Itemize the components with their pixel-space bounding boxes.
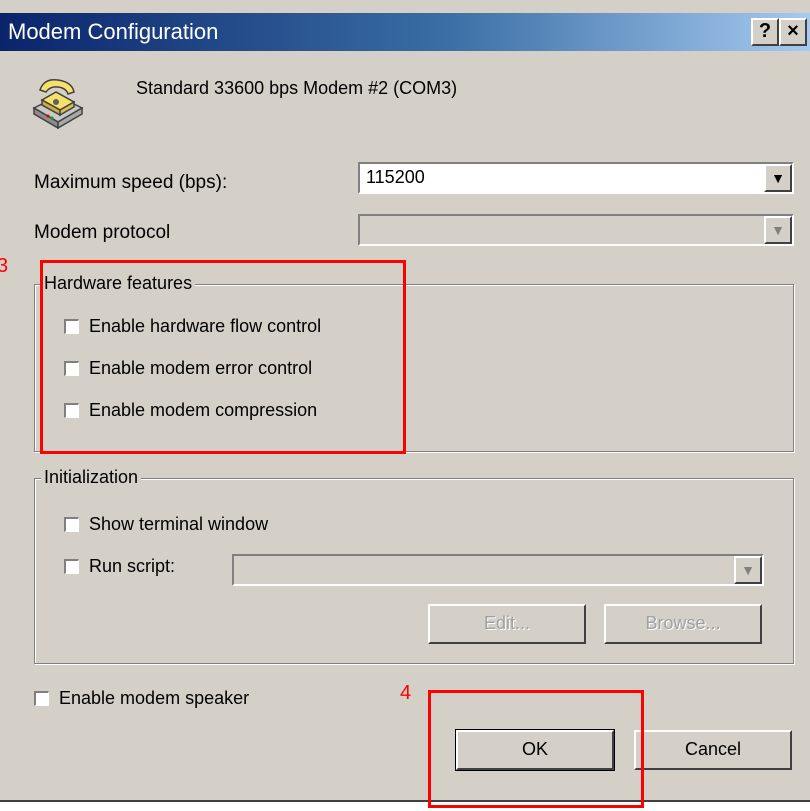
help-button[interactable]: ? [751,18,779,46]
edit-button[interactable]: Edit... [428,604,586,644]
chevron-down-icon[interactable]: ▼ [764,216,792,244]
chevron-down-icon[interactable]: ▼ [764,164,792,192]
script-combo[interactable]: ▼ [232,554,764,586]
annotation-label-3: 3 [0,255,9,277]
checkbox-label: Enable modem speaker [59,688,250,708]
close-button[interactable]: × [779,18,807,46]
show-terminal-checkbox[interactable]: Show terminal window [64,514,268,535]
title-bar: Modem Configuration ? × [0,13,810,51]
chevron-down-icon[interactable]: ▼ [734,556,762,584]
checkbox-label: Run script: [89,556,176,576]
checkbox-label: Show terminal window [89,514,269,534]
browse-button[interactable]: Browse... [604,604,762,644]
checkbox-icon[interactable] [34,691,49,706]
modem-name: Standard 33600 bps Modem #2 (COM3) [136,78,458,98]
modem-protocol-combo[interactable]: ▼ [358,214,794,246]
dialog-bottom-border [0,800,810,802]
annotation-box-3 [40,260,406,454]
window-title: Modem Configuration [8,19,219,44]
annotation-label-4: 4 [400,682,412,704]
max-speed-value: 115200 [366,167,425,187]
max-speed-combo[interactable]: 115200 ▼ [358,162,794,194]
run-script-checkbox[interactable]: Run script: [64,556,175,577]
checkbox-icon[interactable] [64,559,79,574]
modem-protocol-label: Modem protocol [34,222,171,243]
annotation-box-4 [428,690,644,808]
telephone-modem-icon [28,72,88,135]
initialization-legend: Initialization [41,467,142,488]
modem-speaker-checkbox[interactable]: Enable modem speaker [34,688,249,709]
max-speed-label: Maximum speed (bps): [34,172,228,193]
checkbox-icon[interactable] [64,517,79,532]
cancel-button[interactable]: Cancel [634,730,792,770]
